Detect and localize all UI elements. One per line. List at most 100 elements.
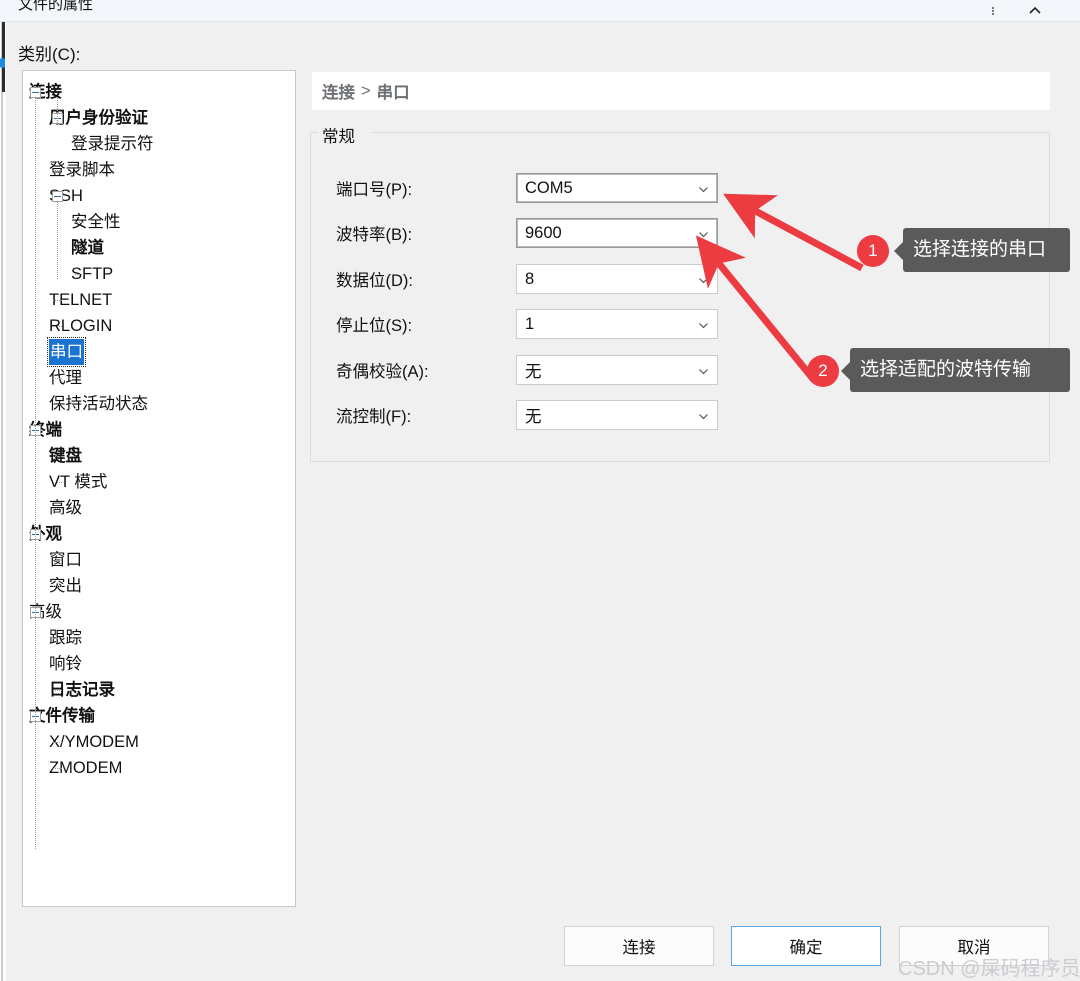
tree-item[interactable]: 高级 [23, 599, 295, 625]
field-row-data-bits: 数据位(D): 8 [336, 264, 718, 294]
chevron-down-icon[interactable] [697, 227, 710, 240]
tree-connector-icon [53, 507, 62, 509]
tree-connector-icon [53, 585, 62, 587]
properties-dialog: 文件的属性 类别(C): 连接 用户身份验证 登录提示符 登录脚本 SSH 安全性 隧道 SF… [0, 0, 1080, 981]
connect-button[interactable]: 连接 [564, 926, 714, 966]
tree-connector-icon [53, 351, 62, 353]
annotation-badge-2: 2 [807, 355, 839, 387]
tree-item[interactable]: SFTP [23, 261, 295, 287]
flow-control-select[interactable]: 无 [516, 400, 718, 430]
tree-connector-icon [53, 481, 62, 483]
tree-item[interactable]: 响铃 [23, 651, 295, 677]
tree-item[interactable]: 高级 [23, 495, 295, 521]
groupbox-border-left [310, 132, 317, 133]
window-left-edge-accent [0, 58, 5, 68]
parity-label: 奇偶校验(A): [336, 363, 429, 381]
tree-item[interactable]: 键盘 [23, 443, 295, 469]
tree-item[interactable]: 用户身份验证 [23, 105, 295, 131]
tree-connector-icon [53, 455, 62, 457]
data-bits-select[interactable]: 8 [516, 264, 718, 294]
field-row-stop-bits: 停止位(S): 1 [336, 309, 718, 339]
tree-item-label: 用户身份验证 [49, 109, 148, 127]
tree-item[interactable]: 突出 [23, 573, 295, 599]
chevron-down-icon[interactable] [697, 273, 710, 286]
tree-item[interactable]: 代理 [23, 365, 295, 391]
tree-item-label: 保持活动状态 [49, 395, 148, 413]
tree-connector-icon [53, 169, 62, 171]
category-tree[interactable]: 连接用户身份验证登录提示符 登录脚本 SSH 安全性 隧道 SFTP TELNET RLOGI… [23, 71, 295, 849]
chevron-down-icon[interactable] [697, 182, 710, 195]
breadcrumb-current: 串口 [376, 84, 410, 102]
tree-item[interactable]: TELNET [23, 287, 295, 313]
tree-rail [35, 97, 36, 849]
baud-rate-label: 波特率(B): [336, 226, 413, 244]
parity-select[interactable]: 无 [516, 355, 718, 385]
tree-item[interactable]: SSH [23, 183, 295, 209]
tree-item[interactable]: 终端 [23, 417, 295, 443]
tree-expander-minus-icon[interactable] [52, 190, 63, 202]
chevron-up-icon[interactable] [1020, 0, 1050, 22]
tree-item[interactable]: VT 模式 [23, 469, 295, 495]
stop-bits-select[interactable]: 1 [516, 309, 718, 339]
tree-connector-icon [75, 221, 84, 223]
field-row-baud-rate: 波特率(B): 9600 [336, 218, 718, 248]
vertical-dots-icon[interactable] [978, 0, 1008, 22]
parity-value: 无 [525, 363, 542, 381]
tree-item[interactable]: 登录提示符 [23, 131, 295, 157]
tree-item-label: X/YMODEM [49, 733, 139, 751]
tree-rail [57, 201, 58, 279]
tree-item[interactable]: 保持活动状态 [23, 391, 295, 417]
tree-item[interactable]: 串口 [23, 337, 295, 367]
flow-control-label: 流控制(F): [336, 408, 412, 426]
baud-rate-select[interactable]: 9600 [516, 218, 718, 248]
tree-item[interactable]: 连接 [23, 79, 295, 105]
stop-bits-label: 停止位(S): [336, 317, 413, 335]
port-number-select[interactable]: COM5 [516, 173, 718, 203]
tree-connector-icon [53, 403, 62, 405]
tree-item[interactable]: 跟踪 [23, 625, 295, 651]
cancel-button[interactable]: 取消 [899, 926, 1049, 966]
tree-item[interactable]: 窗口 [23, 547, 295, 573]
breadcrumb-root: 连接 [322, 84, 355, 102]
tree-connector-icon [53, 689, 62, 691]
baud-rate-value: 9600 [525, 223, 562, 242]
tree-item[interactable]: ZMODEM [23, 755, 295, 781]
tree-connector-icon [75, 143, 84, 145]
tree-connector-icon [53, 637, 62, 639]
tree-item[interactable]: 外观 [23, 521, 295, 547]
tree-connector-icon [53, 377, 62, 379]
tree-item[interactable]: 安全性 [23, 209, 295, 235]
tree-item[interactable]: X/YMODEM [23, 729, 295, 755]
groupbox-title: 常规 [318, 123, 359, 147]
tree-item[interactable]: 隧道 [23, 235, 295, 261]
chevron-down-icon[interactable] [697, 364, 710, 377]
annotation-callout-1: 选择连接的串口 [894, 228, 1070, 273]
tree-connector-icon [53, 767, 62, 769]
tree-rail [57, 97, 58, 123]
tree-item[interactable]: RLOGIN [23, 313, 295, 339]
annotation-callout-2: 选择适配的波特传输 [841, 348, 1070, 393]
chevron-down-icon[interactable] [697, 318, 710, 331]
window-title: 文件的属性 [18, 0, 94, 13]
tree-item[interactable]: 登录脚本 [23, 157, 295, 183]
tree-connector-icon [75, 273, 84, 275]
breadcrumb: 连接 > 串口 [312, 72, 1050, 110]
groupbox-border-right [372, 132, 1050, 133]
callout-tail-icon [894, 242, 903, 260]
tree-connector-icon [53, 299, 62, 301]
data-bits-label: 数据位(D): [336, 272, 413, 290]
category-tree-panel[interactable]: 连接用户身份验证登录提示符 登录脚本 SSH 安全性 隧道 SFTP TELNET RLOGI… [22, 70, 296, 907]
tree-connector-icon [53, 559, 62, 561]
tree-item[interactable]: 日志记录 [23, 677, 295, 703]
tree-item[interactable]: 文件传输 [23, 703, 295, 729]
window-left-edge-dark [2, 22, 5, 92]
tree-connector-icon [53, 663, 62, 665]
annotation-text-1: 选择连接的串口 [913, 239, 1047, 260]
chevron-down-icon[interactable] [697, 409, 710, 422]
field-row-port-number: 端口号(P): COM5 [336, 173, 718, 203]
data-bits-value: 8 [525, 269, 535, 288]
tree-expander-minus-icon[interactable] [30, 86, 41, 98]
annotation-badge-1: 1 [857, 235, 889, 267]
annotation-text-2: 选择适配的波特传输 [860, 359, 1032, 380]
ok-button[interactable]: 确定 [731, 926, 881, 966]
